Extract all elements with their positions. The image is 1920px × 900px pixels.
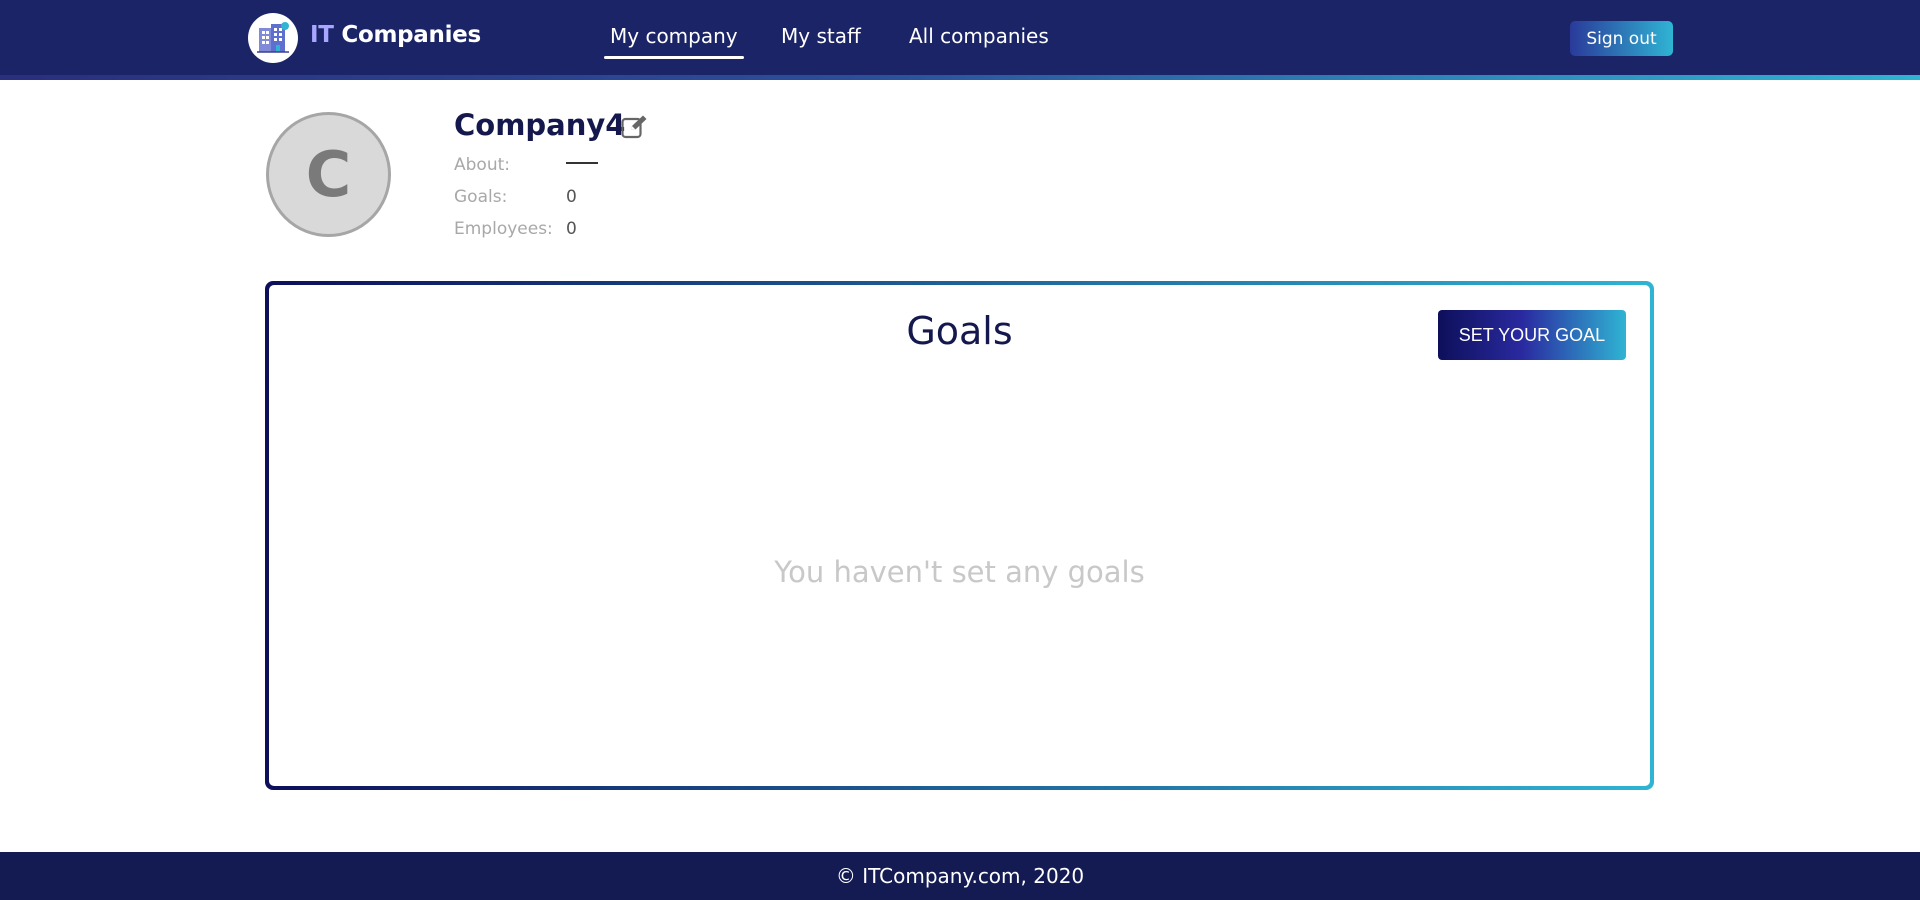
empty-goals-message: You haven't set any goals [774, 555, 1145, 589]
header-accent-stripe [0, 75, 1920, 80]
goals-panel: Goals SET YOUR GOAL You haven't set any … [265, 281, 1654, 790]
brand-prefix: IT [310, 22, 334, 48]
nav-my-staff[interactable]: My staff [781, 24, 861, 48]
sign-out-button[interactable]: Sign out [1570, 21, 1673, 56]
nav-all-companies[interactable]: All companies [909, 24, 1049, 48]
employees-label: Employees: [454, 219, 553, 239]
footer-copyright: © ITCompany.com, 2020 [835, 864, 1085, 888]
top-navbar: IT Companies My company My staff All com… [0, 0, 1920, 75]
set-your-goal-button[interactable]: SET YOUR GOAL [1438, 310, 1626, 360]
brand-suffix: Companies [333, 22, 481, 48]
about-value-empty [566, 162, 598, 164]
goals-label: Goals: [454, 187, 508, 207]
company-avatar: C [266, 112, 391, 237]
nav-my-company[interactable]: My company [604, 24, 744, 59]
company-name: Company4 [454, 108, 626, 142]
company-logo[interactable] [248, 13, 298, 63]
edit-icon[interactable] [621, 114, 649, 140]
goals-panel-body: Goals SET YOUR GOAL You haven't set any … [269, 285, 1650, 786]
about-label: About: [454, 155, 510, 175]
goals-count: 0 [566, 187, 577, 207]
employees-count: 0 [566, 219, 577, 239]
brand-name[interactable]: IT Companies [310, 22, 481, 48]
footer: © ITCompany.com, 2020 [0, 852, 1920, 900]
buildings-icon [257, 22, 289, 53]
